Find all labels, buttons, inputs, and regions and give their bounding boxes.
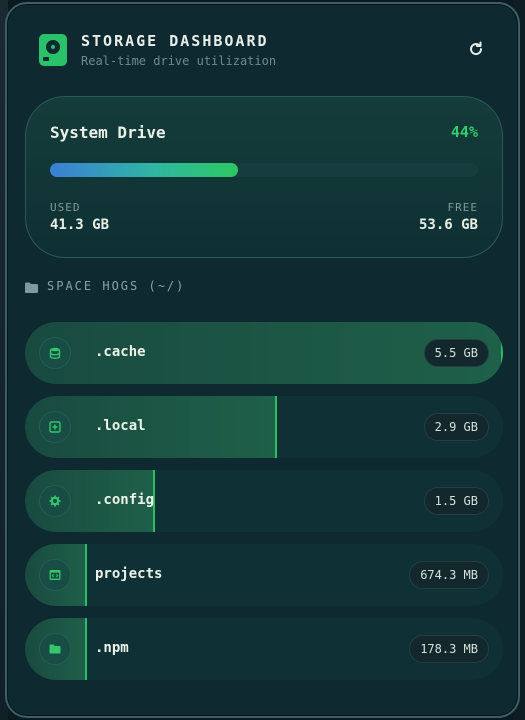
- free-value: 53.6 GB: [418, 217, 478, 233]
- gear-icon: [39, 485, 71, 517]
- refresh-icon: [470, 41, 483, 56]
- app-subtitle: Real-time drive utilization: [81, 54, 277, 68]
- header: STORAGE DASHBOARD Real-time drive utiliz…: [39, 32, 489, 76]
- row-folder-name: .npm: [95, 640, 129, 656]
- row-size-badge: 674.3 MB: [409, 561, 489, 589]
- drive-usage-fill: [50, 163, 239, 177]
- row-size-marker: [85, 544, 87, 606]
- row-folder-name: .config: [95, 492, 155, 508]
- space-hog-row[interactable]: .local 2.9 GB: [25, 396, 503, 458]
- space-hog-row[interactable]: .cache 5.5 GB: [25, 322, 503, 384]
- row-folder-name: .cache: [95, 344, 146, 360]
- space-hog-row[interactable]: .npm 178.3 MB: [25, 618, 503, 680]
- folder-icon: [39, 633, 71, 665]
- row-folder-name: projects: [95, 566, 163, 582]
- row-size-marker: [85, 618, 87, 680]
- space-hogs-header: SPACE HOGS (~/): [25, 279, 325, 299]
- free-label: FREE: [447, 201, 478, 214]
- used-value: 41.3 GB: [50, 217, 110, 233]
- row-size-badge: 5.5 GB: [423, 339, 489, 367]
- app-title: STORAGE DASHBOARD: [81, 32, 269, 50]
- space-hog-row[interactable]: projects 674.3 MB: [25, 544, 503, 606]
- folder-icon: [25, 282, 38, 293]
- refresh-button[interactable]: [463, 36, 489, 62]
- row-size-badge: 178.3 MB: [409, 635, 489, 663]
- row-size-badge: 1.5 GB: [423, 487, 489, 515]
- row-size-marker: [501, 322, 503, 384]
- system-drive-card: System Drive 44% USED 41.3 GB FREE 53.6 …: [25, 96, 503, 258]
- drive-usage-bar: [50, 163, 478, 177]
- space-hogs-title: SPACE HOGS (~/): [47, 279, 186, 293]
- storage-dashboard-panel: STORAGE DASHBOARD Real-time drive utiliz…: [5, 2, 520, 718]
- space-hog-row[interactable]: .config 1.5 GB: [25, 470, 503, 532]
- drive-name: System Drive: [50, 123, 166, 142]
- database-icon: [39, 337, 71, 369]
- row-size-marker: [275, 396, 277, 458]
- row-folder-name: .local: [95, 418, 146, 434]
- drive-usage-percent: 44%: [450, 123, 478, 141]
- box-icon: [39, 411, 71, 443]
- row-size-badge: 2.9 GB: [423, 413, 489, 441]
- used-label: USED: [50, 201, 81, 214]
- code-window-icon: [39, 559, 71, 591]
- hard-drive-icon: [39, 34, 67, 66]
